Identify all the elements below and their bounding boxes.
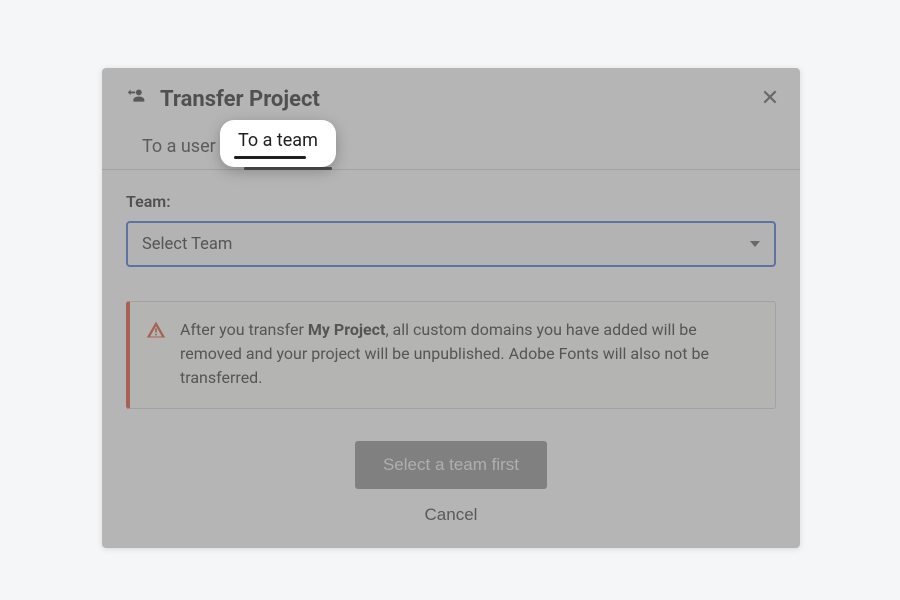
team-field-label: Team: — [126, 192, 776, 211]
chevron-down-icon — [750, 241, 760, 247]
close-button[interactable]: ✕ — [754, 82, 786, 114]
close-icon: ✕ — [761, 85, 779, 111]
tab-to-user[interactable]: To a user — [126, 126, 232, 169]
confirm-button[interactable]: Select a team first — [355, 441, 547, 489]
transfer-project-dialog: Transfer Project ✕ To a user To a team T… — [102, 68, 800, 548]
dialog-header: Transfer Project ✕ To a user To a team — [102, 68, 800, 170]
dialog-actions: Select a team first Cancel — [126, 441, 776, 525]
team-select-value: Select Team — [142, 235, 232, 254]
dialog-title: Transfer Project — [160, 87, 320, 112]
team-select[interactable]: Select Team — [126, 221, 776, 267]
warning-text: After you transfer My Project, all custo… — [180, 318, 757, 390]
tabs: To a user To a team — [102, 126, 800, 170]
cancel-button[interactable]: Cancel — [425, 505, 478, 525]
warning-icon — [146, 320, 166, 344]
dialog-body: Team: Select Team After you transfer My … — [102, 170, 800, 525]
transfer-icon — [126, 86, 148, 112]
highlight-tab-to-team: To a team — [220, 120, 336, 167]
warning-alert: After you transfer My Project, all custo… — [126, 301, 776, 409]
